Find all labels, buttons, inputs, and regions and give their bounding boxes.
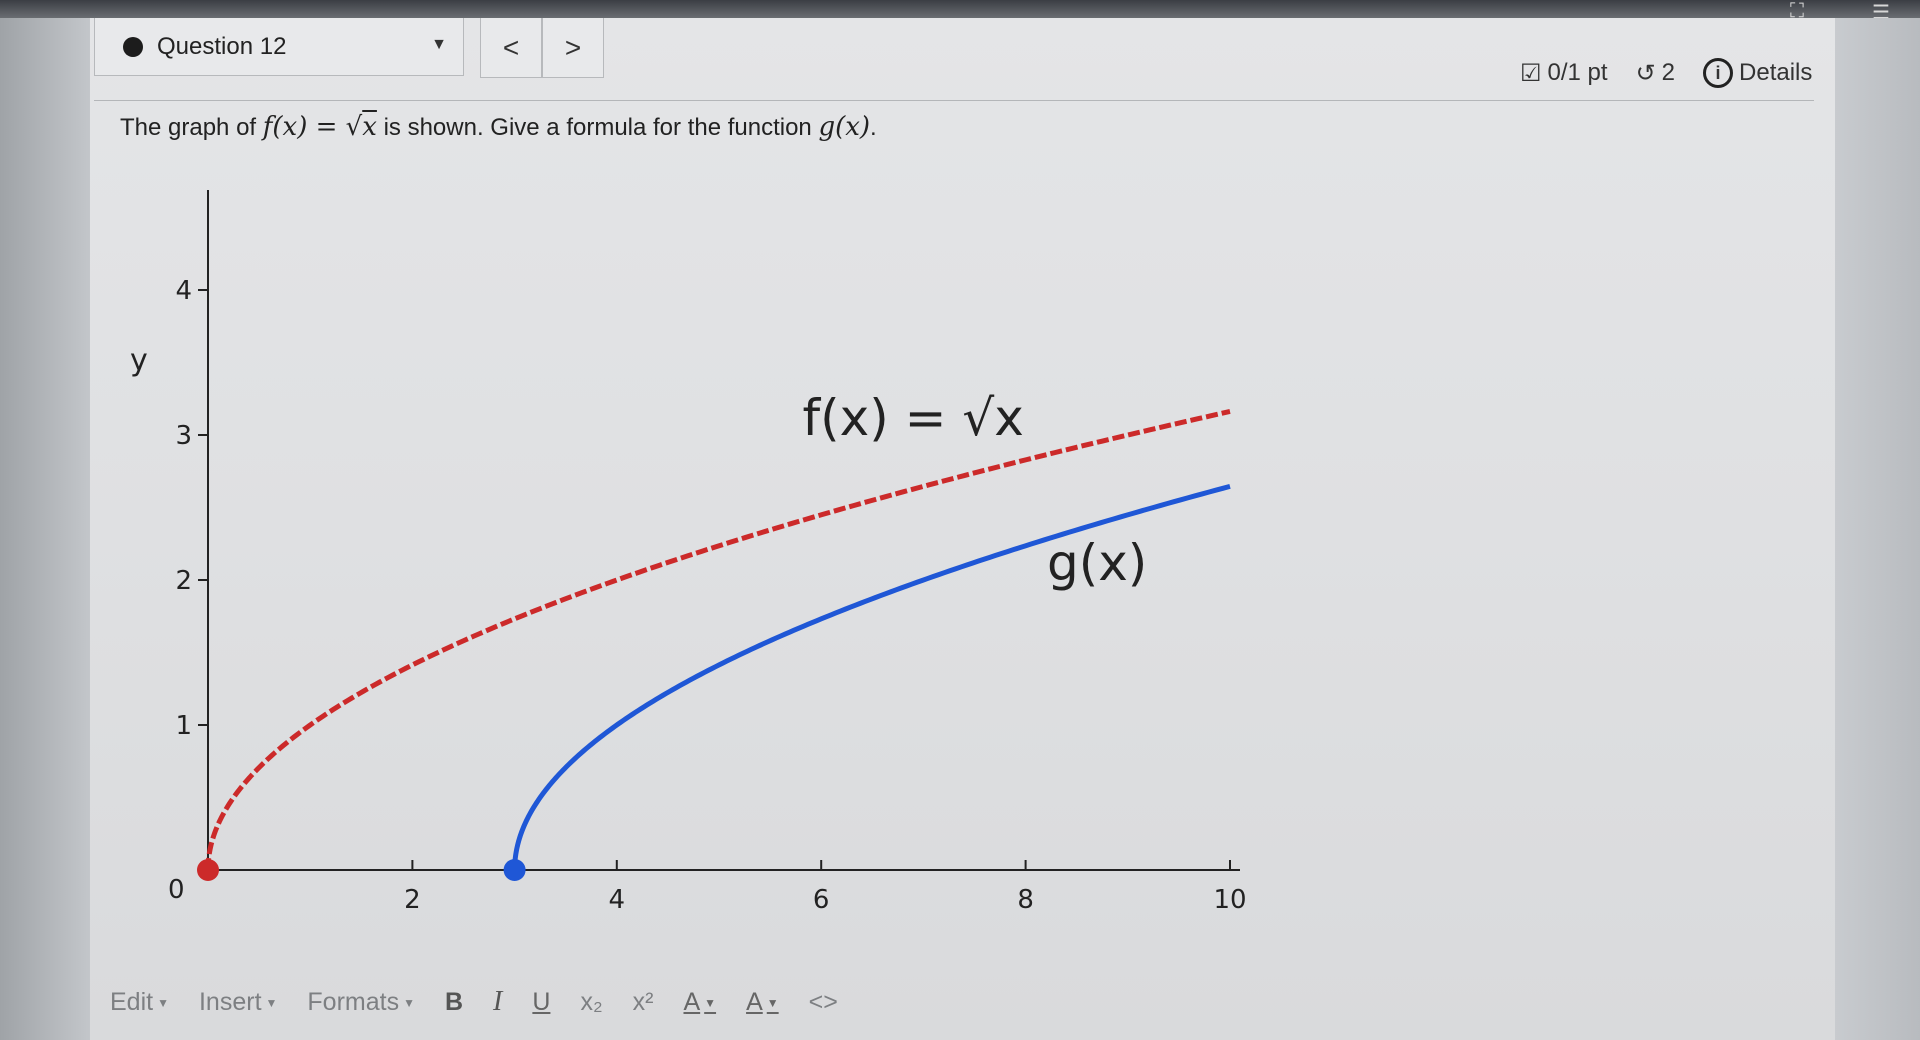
italic-button[interactable]: I bbox=[493, 986, 502, 1018]
font-color-button[interactable]: A ▼ bbox=[683, 988, 716, 1017]
bold-button[interactable]: B bbox=[445, 988, 463, 1017]
window-top-strip: ⛶ ☰ bbox=[0, 0, 1920, 24]
x-tick-label: 8 bbox=[1017, 885, 1034, 915]
question-text-part: . bbox=[870, 114, 877, 141]
header-divider bbox=[94, 100, 1814, 101]
status-dot-icon bbox=[123, 36, 143, 57]
question-text-part: The graph of bbox=[120, 114, 263, 141]
question-selector[interactable]: Question 12 ▼ bbox=[94, 18, 464, 76]
chevron-right-icon: > bbox=[564, 31, 582, 63]
edit-menu[interactable]: Edit ▼ bbox=[110, 988, 169, 1017]
question-text-part: is shown. Give a formula for the functio… bbox=[376, 114, 819, 141]
question-meta: ☑ 0/1 pt ↺ 2 i Details bbox=[1520, 58, 1812, 88]
superscript-button[interactable]: x² bbox=[633, 988, 654, 1017]
y-tick-label: 3 bbox=[175, 421, 192, 451]
question-title: Question 12 bbox=[157, 32, 287, 60]
underline-button[interactable]: U bbox=[532, 988, 550, 1017]
edit-menu-label: Edit bbox=[110, 987, 154, 1016]
score-text: 0/1 pt bbox=[1547, 59, 1608, 86]
retry-icon: ↺ bbox=[1635, 59, 1656, 87]
g-curve-label: g(x) bbox=[1047, 534, 1147, 592]
next-question-button[interactable]: > bbox=[542, 18, 604, 78]
background-color-button[interactable]: A ▼ bbox=[746, 988, 779, 1017]
retries-count: 2 bbox=[1661, 59, 1676, 86]
f-definition: f(x) = bbox=[262, 112, 346, 142]
chevron-left-icon: < bbox=[502, 31, 520, 63]
chevron-down-icon: ▼ bbox=[704, 995, 717, 1010]
left-shadow bbox=[0, 18, 90, 1040]
x-tick-label: 10 bbox=[1213, 885, 1246, 915]
chevron-down-icon: ▼ bbox=[265, 995, 278, 1010]
font-color-label: A bbox=[683, 987, 701, 1016]
radicand: x bbox=[362, 112, 377, 142]
x-tick-label: 2 bbox=[404, 885, 421, 915]
y-tick-label: 2 bbox=[175, 566, 192, 596]
f-curve bbox=[205, 409, 1231, 871]
x-tick-label: 6 bbox=[813, 885, 830, 915]
sqrt-symbol: √ bbox=[345, 112, 363, 142]
function-graph: y 0 2 4 6 8 101234 f(x) = √x g(x) bbox=[130, 190, 1247, 915]
ticks-group: 2 4 6 8 101234 bbox=[175, 276, 1246, 915]
details-link[interactable]: Details bbox=[1739, 59, 1812, 87]
f-start-point bbox=[197, 859, 219, 881]
x-tick-label: 4 bbox=[609, 885, 626, 915]
origin-label: 0 bbox=[168, 875, 185, 905]
y-axis-label: y bbox=[130, 343, 148, 378]
chevron-down-icon: ▼ bbox=[766, 995, 779, 1010]
g-start-point bbox=[503, 859, 526, 881]
f-curve-label: f(x) = √x bbox=[803, 389, 1024, 447]
right-shadow bbox=[1835, 18, 1920, 1040]
background-color-label: A bbox=[746, 987, 763, 1016]
chevron-down-icon: ▼ bbox=[157, 995, 169, 1010]
g-name: g(x) bbox=[818, 112, 871, 142]
code-button[interactable]: <> bbox=[809, 988, 838, 1017]
formats-menu[interactable]: Formats ▼ bbox=[307, 988, 415, 1017]
insert-menu[interactable]: Insert ▼ bbox=[199, 988, 277, 1017]
chevron-down-icon: ▼ bbox=[403, 995, 415, 1010]
info-icon[interactable]: i bbox=[1703, 58, 1734, 88]
subscript-button[interactable]: x₂ bbox=[580, 988, 602, 1017]
y-tick-label: 4 bbox=[175, 276, 192, 306]
chevron-down-icon: ▼ bbox=[431, 36, 447, 53]
formats-menu-label: Formats bbox=[307, 987, 400, 1016]
y-tick-label: 1 bbox=[175, 711, 192, 741]
question-text: The graph of f(x) = √x is shown. Give a … bbox=[120, 112, 877, 142]
checkbox-icon: ☑ bbox=[1520, 59, 1542, 87]
previous-question-button[interactable]: < bbox=[480, 18, 542, 78]
editor-toolbar: Edit ▼ Insert ▼ Formats ▼ B I U x₂ x² A ▼ A ▼… bbox=[110, 980, 1010, 1024]
insert-menu-label: Insert bbox=[198, 987, 262, 1016]
